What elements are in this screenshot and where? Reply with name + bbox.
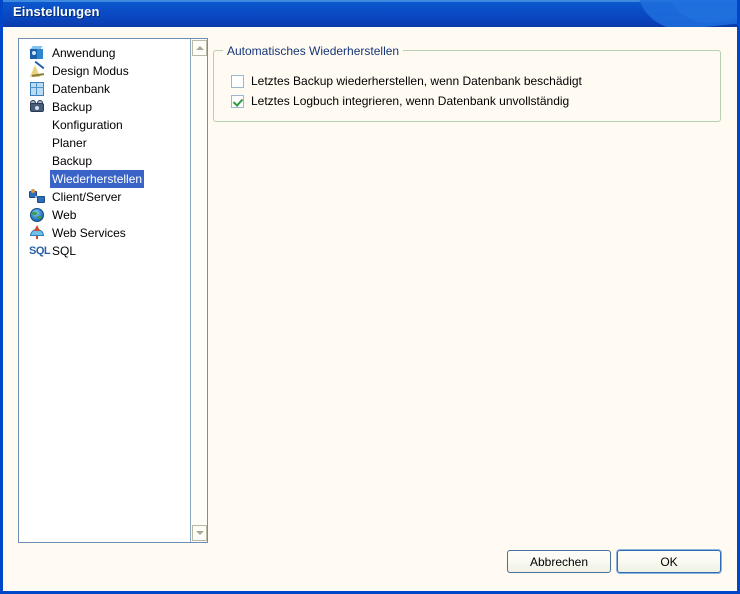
tree-item-datenbank[interactable]: Datenbank: [19, 80, 191, 98]
tree-item-label: Datenbank: [50, 80, 112, 98]
tree-item-web-services[interactable]: Web Services: [19, 224, 191, 242]
app-cube-icon: [29, 45, 45, 61]
scroll-down-arrow-glyph: [196, 531, 204, 535]
titlebar-swoosh-decoration: [637, 0, 737, 27]
tree-vertical-scrollbar[interactable]: [190, 39, 207, 542]
tree-item-planer[interactable]: Planer: [19, 134, 191, 152]
tree-item-label: Planer: [50, 134, 89, 152]
checkbox-row-integrate-last-log[interactable]: Letztes Logbuch integrieren, wenn Datenb…: [231, 94, 569, 108]
checkbox-label-restore-last-backup: Letztes Backup wiederherstellen, wenn Da…: [251, 74, 582, 88]
tree-item-label: Konfiguration: [50, 116, 125, 134]
settings-category-listbox[interactable]: AnwendungDesign ModusDatenbankBackupKonf…: [18, 38, 208, 543]
tree-item-label: SQL: [50, 242, 78, 260]
tree-item-label: Client/Server: [50, 188, 123, 206]
tree-item-label: Backup: [50, 152, 94, 170]
window-title: Einstellungen: [13, 4, 100, 19]
tree-item-backup[interactable]: Backup: [19, 98, 191, 116]
checkbox-restore-last-backup[interactable]: [231, 75, 244, 88]
database-cube-icon: [29, 81, 45, 97]
tree-item-web[interactable]: Web: [19, 206, 191, 224]
tree-item-label: Backup: [50, 98, 94, 116]
tree-item-design-modus[interactable]: Design Modus: [19, 62, 191, 80]
tree-item-label: Wiederherstellen: [50, 170, 144, 188]
checkbox-integrate-last-log[interactable]: [231, 95, 244, 108]
web-services-icon: [29, 225, 45, 241]
design-tools-icon: [29, 63, 45, 79]
sql-icon: SQL: [29, 243, 45, 259]
tree-item-anwendung[interactable]: Anwendung: [19, 44, 191, 62]
tree-item-wiederherstellen[interactable]: Wiederherstellen: [19, 170, 191, 188]
tree-item-client-server[interactable]: Client/Server: [19, 188, 191, 206]
settings-category-list: AnwendungDesign ModusDatenbankBackupKonf…: [19, 39, 191, 260]
titlebar-highlight: [3, 0, 737, 2]
ok-button[interactable]: OK: [617, 550, 721, 573]
tree-item-label: Design Modus: [50, 62, 131, 80]
globe-icon: [29, 207, 45, 223]
tree-item-label: Web Services: [50, 224, 128, 242]
client-server-icon: [29, 189, 45, 205]
tree-item-backup[interactable]: Backup: [19, 152, 191, 170]
scroll-up-arrow-icon[interactable]: [192, 40, 207, 56]
scroll-up-arrow-glyph: [196, 46, 204, 50]
camera-backup-icon: [29, 99, 45, 115]
tree-item-label: Web: [50, 206, 78, 224]
settings-dialog-window: Einstellungen AnwendungDesign ModusDaten…: [0, 0, 740, 594]
checkbox-row-restore-last-backup[interactable]: Letztes Backup wiederherstellen, wenn Da…: [231, 74, 582, 88]
checkbox-label-integrate-last-log: Letztes Logbuch integrieren, wenn Datenb…: [251, 94, 569, 108]
tree-item-konfiguration[interactable]: Konfiguration: [19, 116, 191, 134]
tree-item-sql[interactable]: SQL SQL: [19, 242, 191, 260]
window-titlebar: Einstellungen: [3, 0, 737, 27]
auto-restore-groupbox-legend: Automatisches Wiederherstellen: [223, 44, 403, 58]
tree-item-label: Anwendung: [50, 44, 117, 62]
cancel-button[interactable]: Abbrechen: [507, 550, 611, 573]
scroll-down-arrow-icon[interactable]: [192, 525, 207, 541]
